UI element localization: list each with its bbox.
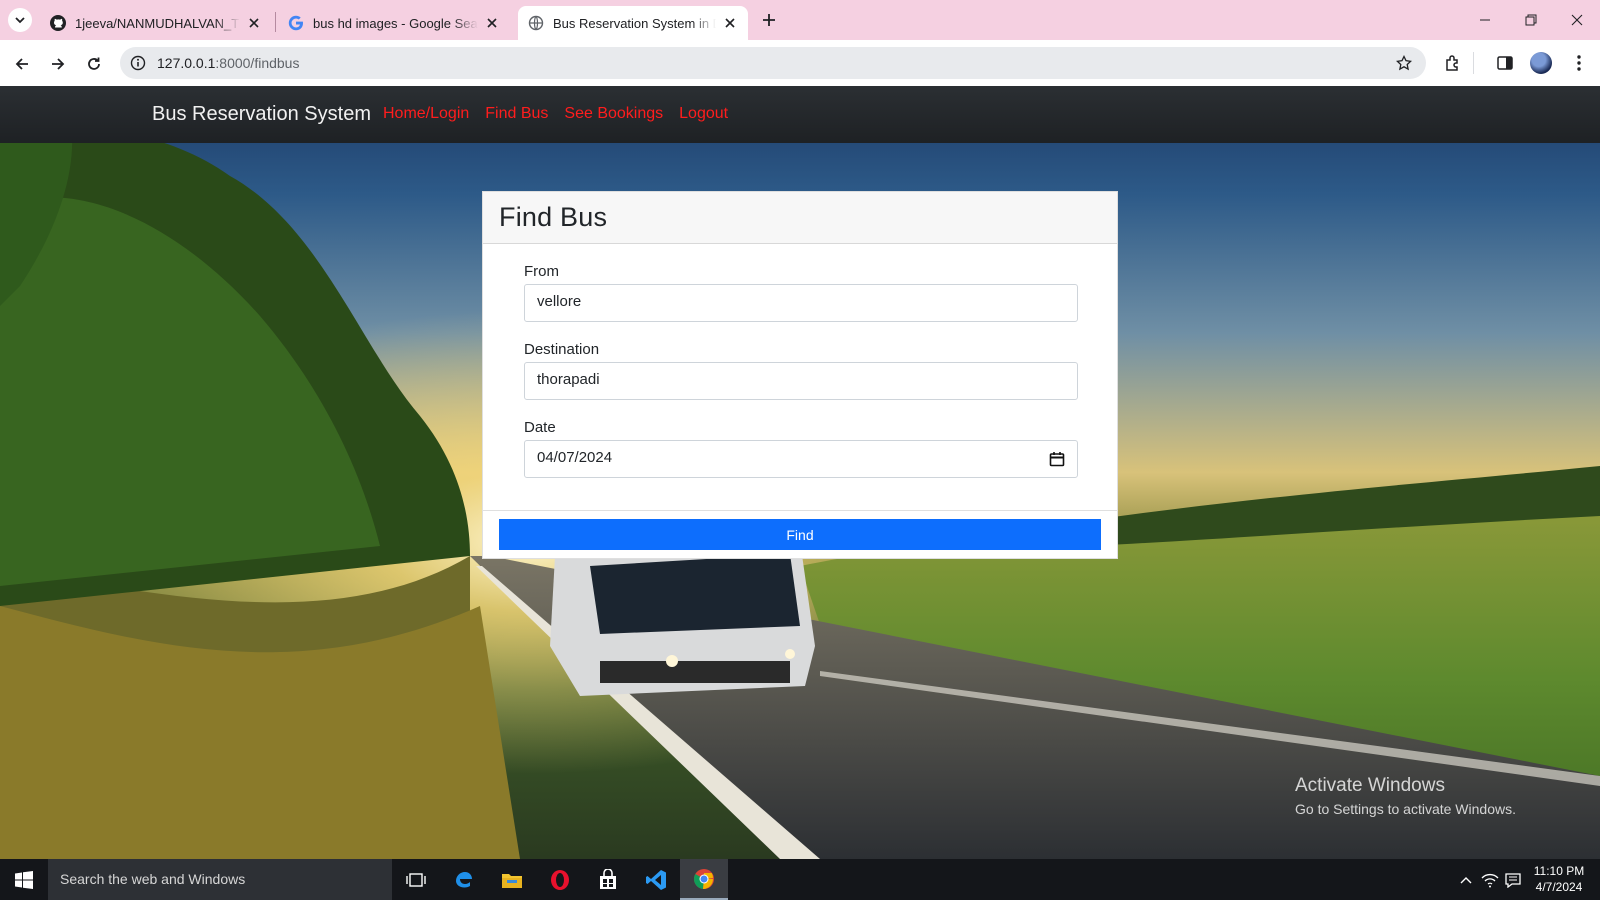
back-button[interactable] [8, 50, 36, 78]
date-label: Date [524, 419, 556, 436]
destination-input[interactable]: thorapadi [524, 362, 1078, 400]
calendar-icon[interactable] [1049, 451, 1065, 467]
task-view-icon[interactable] [392, 859, 440, 900]
reload-icon [88, 57, 100, 70]
date-input[interactable]: 04/07/2024 [524, 440, 1078, 478]
toolbar-divider [1473, 52, 1474, 74]
address-bar[interactable]: 127.0.0.1:8000/findbus [120, 47, 1426, 79]
close-icon [1571, 14, 1583, 26]
tab-google-search[interactable]: bus hd images - Google Search [278, 6, 510, 40]
edge-icon[interactable] [440, 859, 488, 900]
globe-icon [528, 15, 544, 31]
card-title: Find Bus [499, 202, 608, 232]
bus-shape [550, 541, 815, 696]
show-hidden-icons-chevron-icon[interactable] [1455, 869, 1477, 891]
url-path: :8000/findbus [215, 55, 300, 71]
destination-label: Destination [524, 341, 600, 358]
card-footer: Find [483, 510, 1117, 558]
extensions-icon[interactable] [1441, 51, 1465, 75]
vscode-icon[interactable] [632, 859, 680, 900]
find-bus-card: Find Bus From vellore Destination thorap… [482, 191, 1118, 559]
restore-button[interactable] [1508, 0, 1554, 40]
minimize-icon [1480, 19, 1490, 21]
tab-bus-reservation[interactable]: Bus Reservation System in Djan [518, 6, 748, 40]
web-page: Bus Reservation System Home/Login Find B… [0, 86, 1600, 859]
opera-icon[interactable] [536, 859, 584, 900]
network-icon[interactable] [1479, 869, 1501, 891]
find-button[interactable]: Find [499, 519, 1101, 550]
side-panel-icon[interactable] [1493, 51, 1517, 75]
browser-tab-strip: 1jeeva/NANMUDHALVAN_TUES bus hd images -… [0, 0, 1600, 40]
google-icon [288, 15, 303, 31]
close-icon[interactable] [484, 15, 500, 31]
reload-button[interactable] [80, 50, 108, 78]
close-icon[interactable] [246, 15, 262, 31]
chrome-icon[interactable] [680, 859, 728, 900]
clock-time: 11:10 PM [1533, 864, 1585, 878]
tab-title: bus hd images - Google Search [313, 15, 478, 31]
arrow-right-icon [52, 58, 65, 70]
profile-avatar[interactable] [1530, 52, 1552, 74]
plus-icon [763, 14, 775, 26]
arrow-left-icon [15, 58, 28, 70]
activate-windows-watermark: Activate Windows Go to Settings to activ… [1295, 775, 1516, 817]
site-info-icon[interactable] [126, 51, 150, 75]
forward-button[interactable] [44, 50, 72, 78]
action-center-icon[interactable] [1502, 869, 1524, 891]
windows-logo-icon [15, 870, 33, 889]
new-tab-button[interactable] [758, 9, 780, 31]
chevron-down-icon [15, 17, 25, 24]
card-header: Find Bus [483, 192, 1117, 244]
tab-separator [275, 12, 276, 32]
github-icon [50, 15, 66, 31]
tab-search-button[interactable] [8, 8, 32, 32]
tab-github[interactable]: 1jeeva/NANMUDHALVAN_TUES [40, 6, 272, 40]
restore-icon [1525, 14, 1537, 26]
tab-title: 1jeeva/NANMUDHALVAN_TUES [75, 15, 240, 31]
file-explorer-icon[interactable] [488, 859, 536, 900]
nav-links: Home/Login Find Bus See Bookings Logout [383, 105, 728, 123]
watermark-title: Activate Windows [1295, 775, 1445, 796]
site-navbar: Bus Reservation System Home/Login Find B… [0, 86, 1600, 143]
windows-taskbar: Search the web and Windows 11:10 PM 4/7/… [0, 859, 1600, 900]
date-value: 04/07/2024 [537, 449, 613, 466]
url-text: 127.0.0.1:8000/findbus [157, 55, 299, 71]
card-body: From vellore Destination thorapadi Date … [483, 244, 1117, 511]
from-label: From [524, 263, 559, 280]
url-host: 127.0.0.1 [157, 55, 216, 71]
site-brand[interactable]: Bus Reservation System [152, 103, 371, 126]
clock-date: 4/7/2024 [1535, 880, 1583, 894]
nav-link-home-login[interactable]: Home/Login [383, 105, 469, 123]
nav-link-see-bookings[interactable]: See Bookings [564, 105, 663, 123]
browser-toolbar: 127.0.0.1:8000/findbus [0, 40, 1600, 86]
nav-link-logout[interactable]: Logout [679, 105, 728, 123]
from-input[interactable]: vellore [524, 284, 1078, 322]
store-icon[interactable] [584, 859, 632, 900]
taskbar-search-box[interactable]: Search the web and Windows [48, 859, 392, 900]
start-button[interactable] [0, 859, 48, 900]
nav-link-find-bus[interactable]: Find Bus [485, 105, 548, 123]
taskbar-clock[interactable]: 11:10 PM 4/7/2024 [1524, 863, 1594, 895]
more-menu-icon[interactable] [1567, 51, 1591, 75]
bookmark-star-icon[interactable] [1392, 51, 1416, 75]
minimize-button[interactable] [1462, 0, 1508, 40]
close-window-button[interactable] [1554, 0, 1600, 40]
taskbar-search-placeholder: Search the web and Windows [60, 871, 246, 887]
close-icon[interactable] [722, 15, 738, 31]
watermark-subtitle: Go to Settings to activate Windows. [1295, 801, 1516, 817]
tab-title: Bus Reservation System in Djan [553, 15, 716, 31]
